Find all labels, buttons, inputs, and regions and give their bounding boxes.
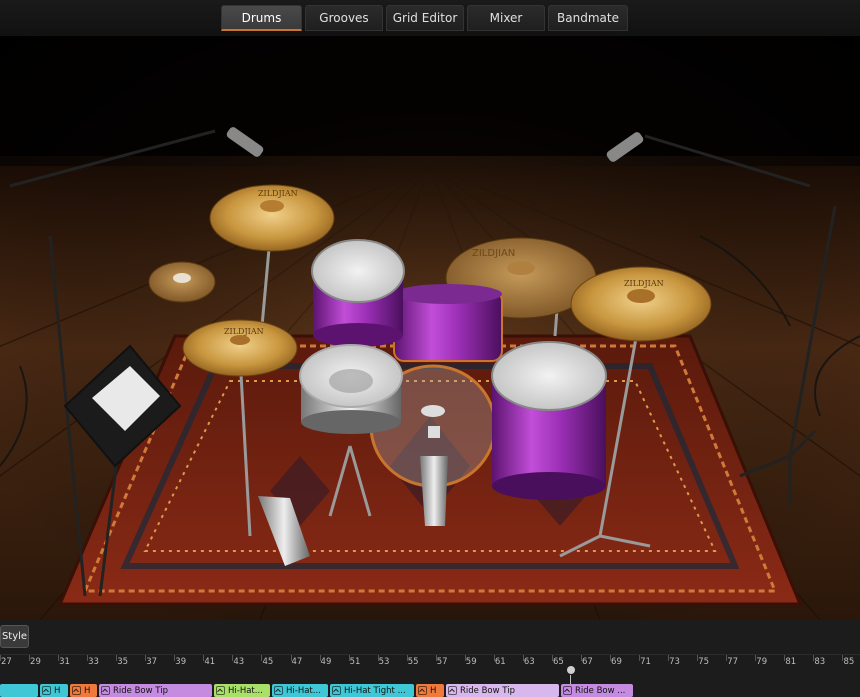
- bar-number: 57: [436, 657, 448, 667]
- bar-number: 67: [582, 657, 593, 667]
- bar-number: 33: [88, 657, 99, 667]
- bar-number: 37: [146, 657, 158, 667]
- bar-number: 85: [843, 657, 855, 667]
- top-tab-bar: Drums Grooves Grid Editor Mixer Bandmate: [0, 0, 860, 36]
- bar-number: 49: [320, 657, 332, 667]
- clip-label: Hi-Hat...: [286, 685, 321, 696]
- pattern-icon: [216, 686, 225, 695]
- clip-label: Hi-Hat...: [228, 685, 263, 696]
- pattern-clip[interactable]: Ride Bow Tip: [99, 684, 212, 697]
- cymbal-logo: ZILDJIAN: [472, 248, 515, 259]
- pattern-clip[interactable]: Ride Bow ...: [561, 684, 633, 697]
- pattern-icon: [72, 686, 81, 695]
- drum-kit-stage: ZILDJIAN ZILDJIAN ZILDJIAN ZILDJIAN: [0, 36, 860, 620]
- pattern-icon: [101, 686, 110, 695]
- bar-number: 29: [30, 657, 41, 667]
- song-track: H H Ride Bow Tip Hi-Hat... Hi-Hat... Hi-Hat T…: [0, 684, 860, 697]
- bar-number: 73: [669, 657, 680, 667]
- bar-number: 41: [204, 657, 216, 667]
- bar-number: 55: [407, 657, 419, 667]
- drum-kit-illustration: ZILDJIAN ZILDJIAN ZILDJIAN ZILDJIAN: [0, 36, 860, 620]
- cymbal-logo: ZILDJIAN: [224, 327, 264, 336]
- bar-number: 83: [814, 657, 826, 667]
- bar-number: 75: [698, 657, 710, 667]
- pattern-clip[interactable]: Hi-Hat Tight ...: [330, 684, 414, 697]
- bar-number: 65: [552, 657, 564, 667]
- pattern-clip[interactable]: H: [70, 684, 97, 697]
- cymbal-logo: ZILDJIAN: [624, 279, 664, 288]
- bar-number: 69: [611, 657, 622, 667]
- bar-number: 79: [756, 657, 768, 667]
- bar-number: 53: [378, 657, 390, 667]
- pattern-clip[interactable]: H: [40, 684, 68, 697]
- clip-label: Hi-Hat Tight ...: [344, 685, 406, 696]
- pattern-icon: [418, 686, 427, 695]
- bar-number: 71: [640, 657, 651, 667]
- view-tabs: Drums Grooves Grid Editor Mixer Bandmate: [221, 5, 628, 31]
- bar-number: 31: [59, 657, 70, 667]
- pattern-clip[interactable]: Hi-Hat...: [214, 684, 270, 697]
- pattern-clip[interactable]: Hi-Hat...: [272, 684, 328, 697]
- pattern-clip[interactable]: H: [416, 684, 444, 697]
- bar-number: 81: [785, 657, 797, 667]
- clip-label: Ride Bow Tip: [113, 685, 168, 696]
- clip-label: H: [430, 685, 437, 696]
- bar-number: 51: [349, 657, 361, 667]
- bar-number: 43: [233, 657, 245, 667]
- playhead-icon[interactable]: [566, 666, 576, 676]
- bar-ruler[interactable]: 27 29 31 33 35 37 39 41 43 45 47 49 51 53 55 57 59 61 63 65…: [0, 654, 860, 675]
- bar-number: 77: [727, 657, 739, 667]
- tab-grid-editor[interactable]: Grid Editor: [386, 5, 464, 31]
- pattern-icon: [274, 686, 283, 695]
- pattern-clip[interactable]: [0, 684, 38, 697]
- tab-bandmate[interactable]: Bandmate: [548, 5, 628, 31]
- pattern-icon: [42, 686, 51, 695]
- bar-number: 59: [465, 657, 477, 667]
- tab-mixer[interactable]: Mixer: [467, 5, 545, 31]
- pattern-icon: [563, 686, 572, 695]
- bar-number: 39: [175, 657, 187, 667]
- tab-drums[interactable]: Drums: [221, 5, 302, 31]
- clip-label: Ride Bow ...: [575, 685, 626, 696]
- bar-number: 63: [523, 657, 535, 667]
- cymbal-logo: ZILDJIAN: [258, 189, 298, 198]
- clip-label: Ride Bow Tip: [460, 685, 515, 696]
- bar-number: 61: [494, 657, 506, 667]
- bar-number: 27: [1, 657, 12, 667]
- bar-number: 47: [291, 657, 303, 667]
- style-button[interactable]: Style: [0, 625, 29, 648]
- song-track-area: Style 27 29 31 33 35 37 39 41 43 45 47 49 51 53 55 57 59…: [0, 620, 860, 697]
- clip-label: H: [54, 685, 61, 696]
- clip-label: H: [84, 685, 91, 696]
- pattern-icon: [332, 686, 341, 695]
- pattern-icon: [448, 686, 457, 695]
- bar-number: 45: [262, 657, 274, 667]
- pattern-clip[interactable]: Ride Bow Tip: [446, 684, 559, 697]
- bar-number: 35: [117, 657, 129, 667]
- tab-grooves[interactable]: Grooves: [305, 5, 383, 31]
